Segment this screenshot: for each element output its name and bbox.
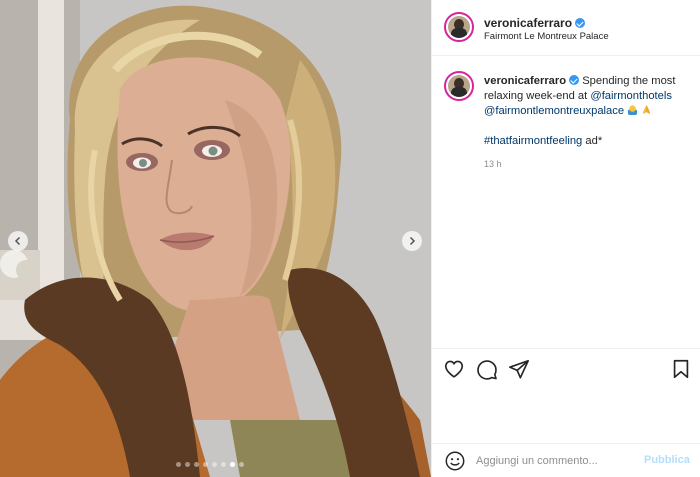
comment-input[interactable] — [476, 453, 636, 469]
chevron-right-icon — [409, 236, 416, 246]
caption-hashtag-row: #thatfairmontfeeling ad* — [484, 134, 696, 149]
username-link[interactable]: veronicaferraro — [484, 16, 572, 30]
carousel-dot — [185, 462, 190, 467]
caption-avatar[interactable] — [444, 71, 474, 101]
carousel-prev-button[interactable] — [8, 231, 28, 251]
person-bowing-icon — [628, 105, 638, 115]
caption-text: veronicaferraro Spending the most relaxi… — [484, 74, 696, 149]
carousel-dot — [194, 462, 199, 467]
post-media[interactable] — [0, 0, 431, 477]
mention-link-fairmonthotels[interactable]: @fairmonthotels — [590, 90, 672, 102]
bookmark-icon[interactable] — [670, 358, 692, 380]
carousel-indicator — [176, 462, 244, 467]
hashtag-link[interactable]: #thatfairmontfeeling — [484, 135, 582, 147]
carousel-dot — [239, 462, 244, 467]
publish-button[interactable]: Pubblica — [644, 454, 690, 466]
verified-badge-icon — [569, 75, 580, 85]
post-actions — [432, 348, 700, 443]
smiley-icon[interactable] — [444, 450, 466, 472]
caption-username-link[interactable]: veronicaferraro — [484, 75, 566, 87]
verified-badge-icon — [575, 18, 586, 28]
header-username-row: veronicaferraro — [484, 14, 586, 32]
heart-icon[interactable] — [443, 358, 465, 380]
post-header: veronicaferraro Fairmont Le Montreux Pal… — [432, 0, 700, 56]
carousel-dot — [230, 462, 235, 467]
caption-section: veronicaferraro Spending the most relaxi… — [432, 57, 700, 347]
comment-form: Pubblica — [432, 443, 700, 477]
chevron-left-icon — [14, 236, 21, 246]
post-photo — [0, 0, 431, 477]
folded-hands-icon — [643, 104, 651, 115]
mention-link-fairmontlemontreuxpalace[interactable]: @fairmontlemontreuxpalace — [484, 105, 624, 117]
location-link[interactable]: Fairmont Le Montreux Palace — [484, 31, 609, 42]
ad-label: ad* — [585, 135, 603, 147]
carousel-dot — [212, 462, 217, 467]
carousel-dot — [203, 462, 208, 467]
comment-bubble-icon[interactable] — [476, 358, 498, 380]
post-timestamp[interactable]: 13 h — [484, 159, 502, 169]
avatar[interactable] — [444, 12, 474, 42]
carousel-dot — [221, 462, 226, 467]
paper-plane-icon[interactable] — [508, 358, 530, 380]
post-sidebar: veronicaferraro Fairmont Le Montreux Pal… — [431, 0, 700, 477]
carousel-dot — [176, 462, 181, 467]
carousel-next-button[interactable] — [402, 231, 422, 251]
